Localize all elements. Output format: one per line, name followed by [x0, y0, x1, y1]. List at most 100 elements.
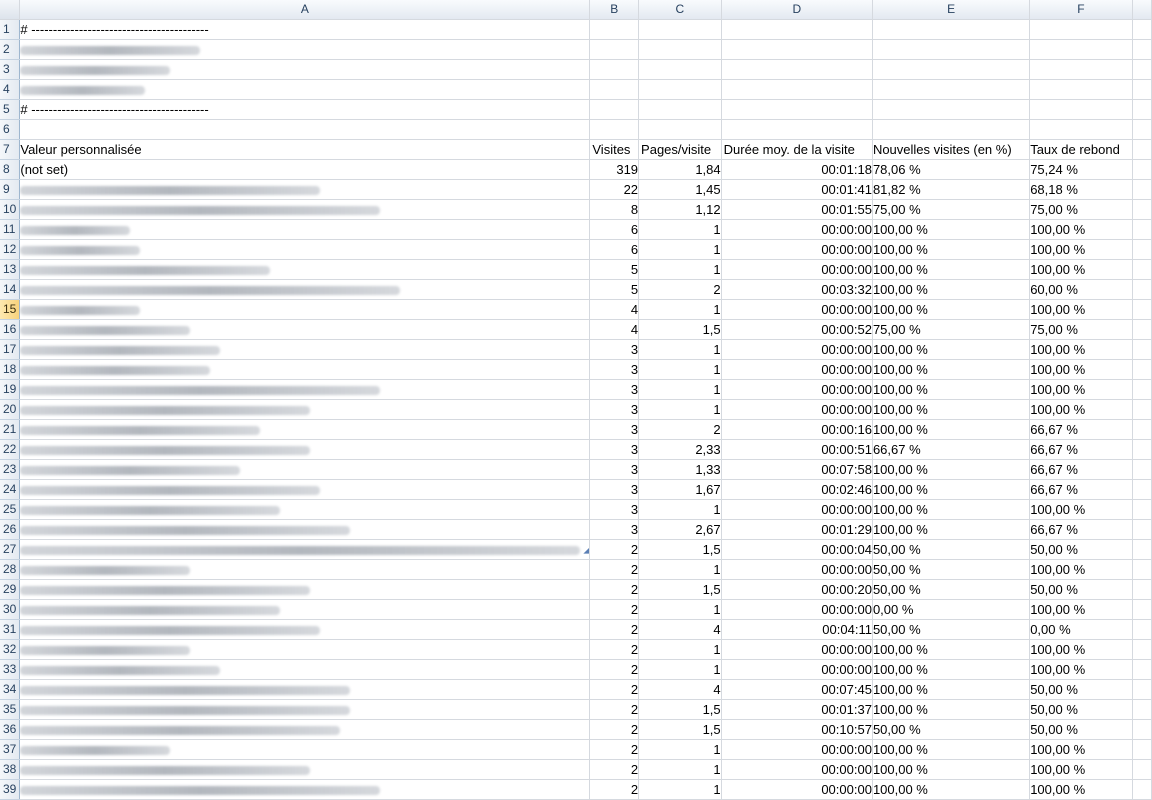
cell-e[interactable]: 100,00 % — [872, 419, 1031, 440]
cell-b[interactable]: 6 — [589, 219, 640, 240]
cell-f[interactable]: 100,00 % — [1029, 499, 1133, 520]
cell-d[interactable]: 00:07:45 — [721, 679, 873, 700]
cell[interactable] — [589, 59, 640, 80]
row-header[interactable]: 37 — [0, 739, 21, 760]
cell-d[interactable]: 00:00:00 — [721, 559, 873, 580]
cell[interactable] — [721, 79, 873, 100]
cell-e[interactable]: 100,00 % — [872, 699, 1031, 720]
cell[interactable] — [1132, 179, 1152, 200]
cell-d[interactable]: 00:07:58 — [721, 459, 873, 480]
cell[interactable] — [1132, 199, 1152, 220]
cell[interactable] — [721, 99, 873, 120]
cell-c[interactable]: 1 — [638, 499, 722, 520]
cell-c[interactable]: 2 — [638, 279, 722, 300]
cell-b[interactable]: 3 — [589, 519, 640, 540]
cell[interactable] — [1132, 559, 1152, 580]
cell-e[interactable]: 66,67 % — [872, 439, 1031, 460]
cell-e[interactable]: 100,00 % — [872, 639, 1031, 660]
cell-c[interactable]: 2 — [638, 419, 722, 440]
cell-a4-redacted[interactable] — [19, 79, 591, 100]
cell-f[interactable]: 68,18 % — [1029, 179, 1133, 200]
cell-d[interactable]: 00:01:55 — [721, 199, 873, 220]
cell-a5[interactable]: # --------------------------------------… — [19, 99, 591, 120]
cell[interactable] — [1132, 539, 1152, 560]
cell-e[interactable]: 100,00 % — [872, 779, 1031, 800]
cell-valeur-redacted[interactable] — [19, 439, 591, 460]
row-header[interactable]: 4 — [0, 79, 21, 100]
cell-valeur-redacted[interactable] — [19, 779, 591, 800]
cell-d[interactable]: 00:00:00 — [721, 639, 873, 660]
cell-e[interactable]: 75,00 % — [872, 319, 1031, 340]
cell-d[interactable]: 00:01:41 — [721, 179, 873, 200]
cell-c[interactable]: 1 — [638, 639, 722, 660]
cell[interactable] — [1132, 299, 1152, 320]
cell-d[interactable]: 00:10:57 — [721, 719, 873, 740]
cell-a2-redacted[interactable] — [19, 39, 591, 60]
worksheet-grid[interactable]: A B C D E F 1 # ------------------------… — [0, 0, 1152, 800]
cell-b[interactable]: 2 — [589, 539, 640, 560]
cell-e[interactable]: 100,00 % — [872, 679, 1031, 700]
cell-e[interactable]: 100,00 % — [872, 239, 1031, 260]
cell-c[interactable]: 1 — [638, 399, 722, 420]
cell[interactable] — [1132, 139, 1152, 160]
column-header-a[interactable]: A — [19, 0, 591, 20]
cell-c[interactable]: 4 — [638, 679, 722, 700]
cell-b[interactable]: 2 — [589, 659, 640, 680]
cell[interactable] — [1132, 679, 1152, 700]
column-header-b[interactable]: B — [589, 0, 640, 20]
cell-d[interactable]: 00:04:11 — [721, 619, 873, 640]
row-header[interactable]: 12 — [0, 239, 21, 260]
cell[interactable] — [721, 59, 873, 80]
spreadsheet[interactable]: A B C D E F 1 # ------------------------… — [0, 0, 1152, 800]
cell-valeur-redacted[interactable] — [19, 599, 591, 620]
cell-e[interactable]: 50,00 % — [872, 579, 1031, 600]
cell[interactable] — [1029, 119, 1133, 140]
row-header[interactable]: 34 — [0, 679, 21, 700]
cell-d[interactable]: 00:00:00 — [721, 299, 873, 320]
cell-valeur-redacted[interactable] — [19, 659, 591, 680]
row-header[interactable]: 10 — [0, 199, 21, 220]
cell-valeur-redacted[interactable] — [19, 279, 591, 300]
cell-c[interactable]: 1,5 — [638, 579, 722, 600]
cell-f[interactable]: 66,67 % — [1029, 479, 1133, 500]
cell-d[interactable]: 00:00:51 — [721, 439, 873, 460]
cell-f[interactable]: 75,24 % — [1029, 159, 1133, 180]
row-header[interactable]: 21 — [0, 419, 21, 440]
cell-c[interactable]: 1,5 — [638, 539, 722, 560]
cell-f[interactable]: 75,00 % — [1029, 319, 1133, 340]
cell-e[interactable]: 100,00 % — [872, 459, 1031, 480]
cell-c[interactable]: 1,45 — [638, 179, 722, 200]
cell-f[interactable]: 100,00 % — [1029, 599, 1133, 620]
cell-e[interactable]: 75,00 % — [872, 199, 1031, 220]
cell-valeur-redacted[interactable] — [19, 339, 591, 360]
cell-d[interactable]: 00:00:00 — [721, 339, 873, 360]
cell[interactable] — [1132, 519, 1152, 540]
cell[interactable] — [1132, 759, 1152, 780]
cell-b[interactable]: 2 — [589, 699, 640, 720]
cell-f[interactable]: 100,00 % — [1029, 399, 1133, 420]
row-header[interactable]: 28 — [0, 559, 21, 580]
cell-b[interactable]: 2 — [589, 759, 640, 780]
cell-b[interactable]: 3 — [589, 499, 640, 520]
row-header[interactable]: 6 — [0, 119, 21, 140]
cell-valeur-redacted[interactable] — [19, 359, 591, 380]
column-header-d[interactable]: D — [721, 0, 873, 20]
cell[interactable] — [589, 19, 640, 40]
cell[interactable] — [589, 119, 640, 140]
cell-c[interactable]: 1 — [638, 599, 722, 620]
cell-f[interactable]: 100,00 % — [1029, 359, 1133, 380]
cell[interactable] — [1132, 719, 1152, 740]
cell-c[interactable]: 1 — [638, 739, 722, 760]
cell[interactable] — [638, 119, 722, 140]
cell-f[interactable]: 100,00 % — [1029, 219, 1133, 240]
cell[interactable] — [1132, 699, 1152, 720]
row-header[interactable]: 13 — [0, 259, 21, 280]
row-header[interactable]: 20 — [0, 399, 21, 420]
cell-f[interactable]: 75,00 % — [1029, 199, 1133, 220]
cell[interactable] — [872, 59, 1031, 80]
cell-f[interactable]: 100,00 % — [1029, 299, 1133, 320]
cell[interactable] — [1132, 39, 1152, 60]
cell-e[interactable]: 78,06 % — [872, 159, 1031, 180]
cell-valeur[interactable]: (not set) — [19, 159, 591, 180]
cell[interactable] — [872, 19, 1031, 40]
